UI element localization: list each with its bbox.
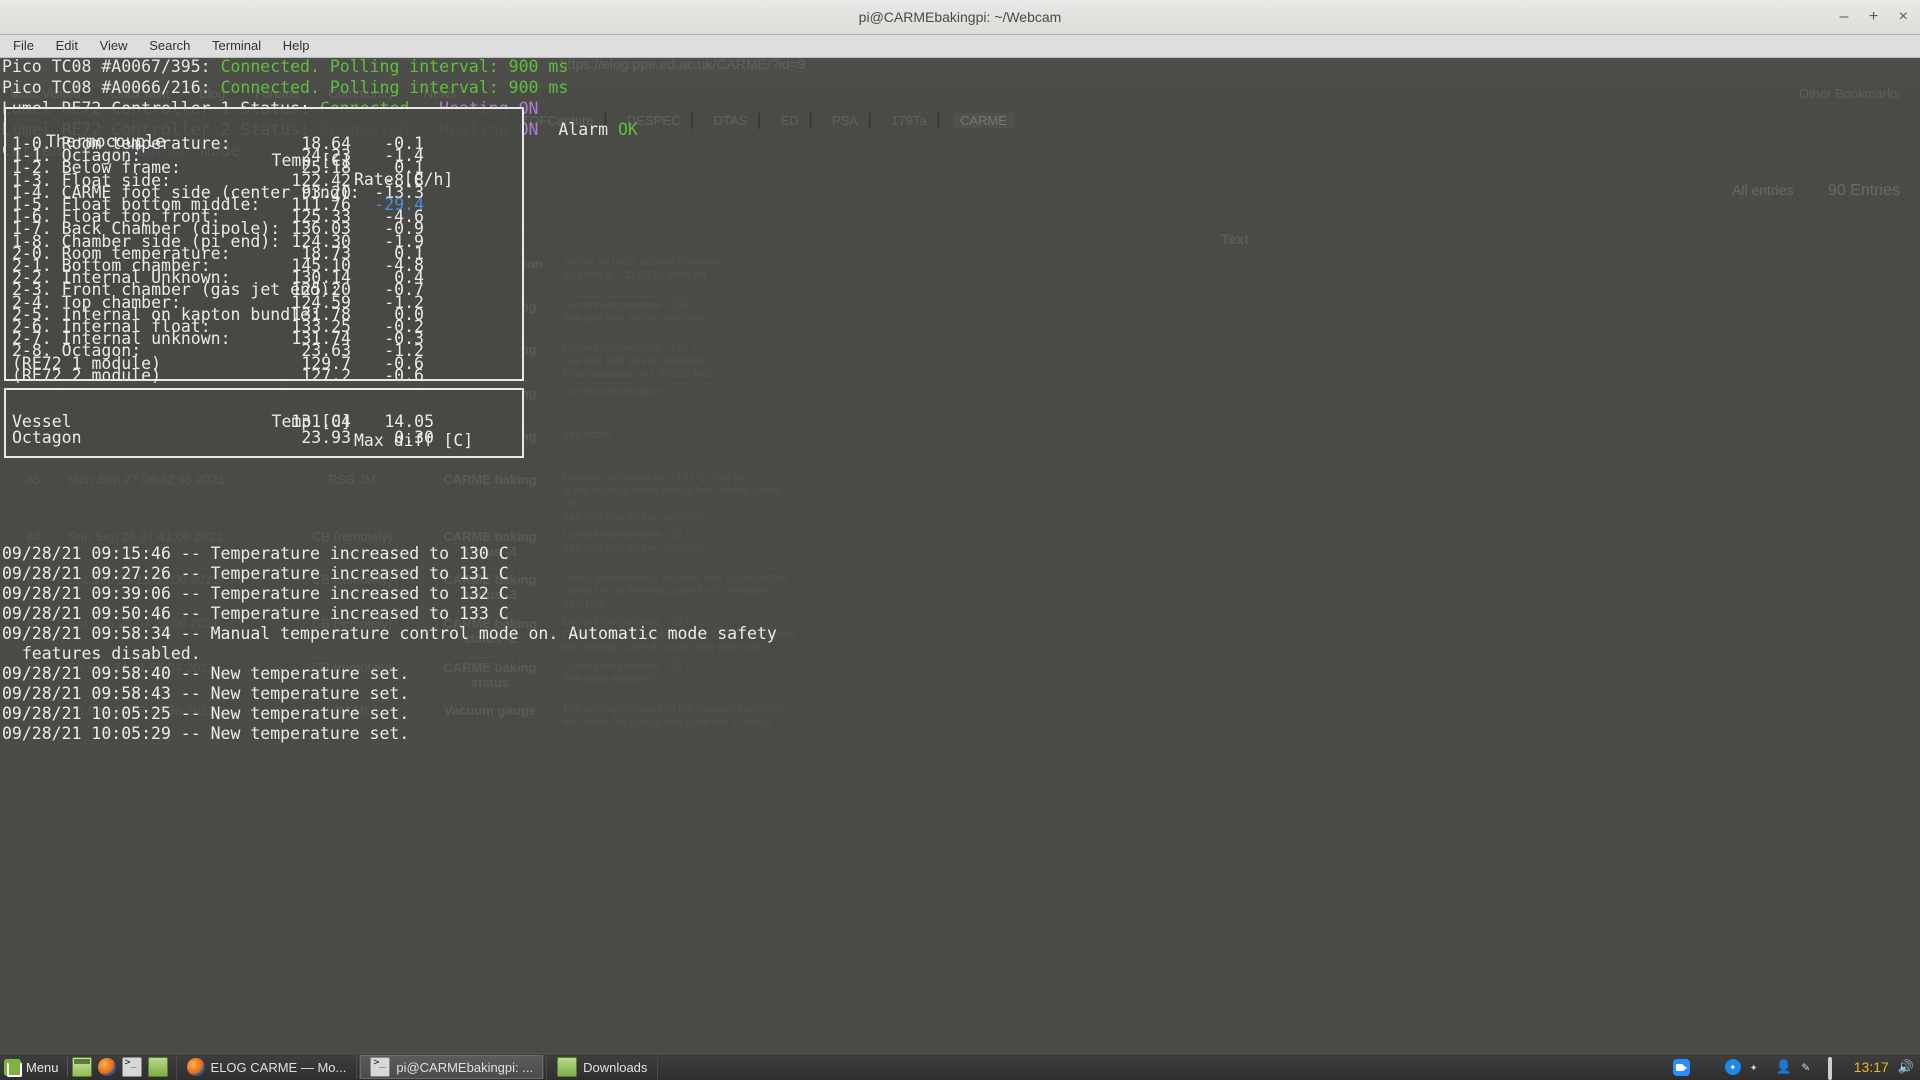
battery-icon[interactable] (1828, 1059, 1845, 1076)
close-icon[interactable]: × (1899, 8, 1908, 25)
menu-search[interactable]: Search (140, 35, 199, 57)
thermocouple-temp: 127.2 (261, 366, 351, 385)
shield-icon[interactable] (1699, 1059, 1716, 1076)
files-icon[interactable] (72, 1057, 92, 1077)
folder-icon (557, 1057, 577, 1077)
taskbar[interactable]: Menu ELOG CARME — Mo... pi@CARMEbakingpi… (0, 1053, 1920, 1080)
log-line: 09/28/21 09:58:43 -- New temperature set… (2, 684, 777, 704)
menu-view[interactable]: View (91, 35, 137, 57)
window-list[interactable]: ELOG CARME — Mo... pi@CARMEbakingpi: ...… (176, 1054, 659, 1080)
summary-temp: 23.93 (261, 428, 351, 447)
system-tray[interactable]: ✦ ✦ 👤 ✎ 13:17 🔊 (1673, 1054, 1914, 1080)
summary-table-panel: Temp [C] Max diff [C] Vessel131.0414.05O… (4, 388, 524, 458)
taskbar-item-label: ELOG CARME — Mo... (211, 1060, 347, 1075)
pico1-label: Pico TC08 #A0067/395: (2, 57, 211, 76)
log-line: 09/28/21 09:58:34 -- Manual temperature … (2, 624, 777, 644)
status-line-pico-1: Pico TC08 #A0067/395: Connected. Polling… (2, 57, 568, 76)
firefox-icon[interactable] (98, 1058, 116, 1076)
minimize-icon[interactable]: – (1840, 8, 1849, 25)
window-controls[interactable]: – + × (1824, 0, 1909, 34)
maximize-icon[interactable]: + (1869, 8, 1878, 25)
quick-launch-bar[interactable] (67, 1057, 168, 1077)
clock[interactable]: 13:17 (1854, 1059, 1889, 1075)
user-icon[interactable]: 👤 (1776, 1059, 1793, 1076)
log-line: 09/28/21 10:05:29 -- New temperature set… (2, 724, 777, 744)
log-line: features disabled. (2, 644, 777, 664)
menu-terminal[interactable]: Terminal (203, 35, 270, 57)
menu-file[interactable]: File (4, 35, 43, 57)
summary-label: Octagon (12, 428, 82, 447)
log-line: 09/28/21 09:50:46 -- Temperature increas… (2, 604, 777, 624)
log-line: 09/28/21 09:27:26 -- Temperature increas… (2, 564, 777, 584)
menu-help[interactable]: Help (274, 35, 319, 57)
pen-icon[interactable]: ✎ (1802, 1059, 1819, 1076)
desktop: https://elog.ppe.ed.ac.uk/CARME/?id=9 Mo… (0, 0, 1920, 1080)
pico1-value: Connected. Polling interval: 900 ms (221, 57, 569, 76)
zoom-icon[interactable] (1673, 1059, 1690, 1076)
taskbar-left[interactable]: Menu ELOG CARME — Mo... pi@CARMEbakingpi… (0, 1054, 658, 1080)
thermocouple-table-panel: Thermocouple Temp [C] Rate [C/h] 1-0. Ro… (4, 107, 524, 381)
terminal-log-output: 09/28/21 09:15:46 -- Temperature increas… (2, 544, 777, 744)
taskbar-item-elog[interactable]: ELOG CARME — Mo... (176, 1055, 358, 1079)
terminal-menubar[interactable]: File Edit View Search Terminal Help (0, 35, 1920, 58)
terminal-icon (370, 1057, 390, 1077)
linux-mint-logo-icon (4, 1059, 21, 1076)
summary-maxdiff: 0.30 (354, 428, 434, 447)
thermocouple-label: (RE72 2 module) (12, 366, 161, 385)
log-line: 09/28/21 09:15:46 -- Temperature increas… (2, 544, 777, 564)
taskbar-item-downloads[interactable]: Downloads (546, 1055, 658, 1079)
terminal-icon[interactable] (122, 1057, 142, 1077)
start-menu-button[interactable]: Menu (0, 1054, 67, 1080)
menu-edit[interactable]: Edit (47, 35, 87, 57)
terminal-window[interactable]: pi@CARMEbakingpi: ~/Webcam – + × File Ed… (0, 0, 1920, 1054)
bluetooth-icon[interactable]: ✦ (1725, 1059, 1741, 1075)
thermocouple-rate: -0.6 (354, 366, 424, 385)
menu-label: Menu (26, 1060, 59, 1075)
log-line: 09/28/21 09:39:06 -- Temperature increas… (2, 584, 777, 604)
taskbar-item-label: pi@CARMEbakingpi: ... (396, 1060, 533, 1075)
terminal-content[interactable]: Pico TC08 #A0067/395: Connected. Polling… (0, 57, 1920, 1054)
pico2-value: Connected. Polling interval: 900 ms (221, 78, 569, 97)
status-line-pico-2: Pico TC08 #A0066/216: Connected. Polling… (2, 78, 568, 97)
bluetooth-alt-icon[interactable]: ✦ (1750, 1059, 1767, 1076)
folder-icon[interactable] (148, 1057, 168, 1077)
pico2-label: Pico TC08 #A0066/216: (2, 78, 211, 97)
alarm-value: OK (618, 120, 638, 139)
speaker-icon[interactable]: 🔊 (1898, 1060, 1914, 1075)
alarm-label: Alarm (558, 120, 608, 139)
window-title: pi@CARMEbakingpi: ~/Webcam (0, 0, 1920, 34)
window-titlebar[interactable]: pi@CARMEbakingpi: ~/Webcam – + × (0, 0, 1920, 35)
firefox-icon (187, 1058, 205, 1076)
log-line: 09/28/21 09:58:40 -- New temperature set… (2, 664, 777, 684)
taskbar-item-terminal[interactable]: pi@CARMEbakingpi: ... (359, 1055, 544, 1079)
log-line: 09/28/21 10:05:25 -- New temperature set… (2, 704, 777, 724)
taskbar-item-label: Downloads (583, 1060, 647, 1075)
